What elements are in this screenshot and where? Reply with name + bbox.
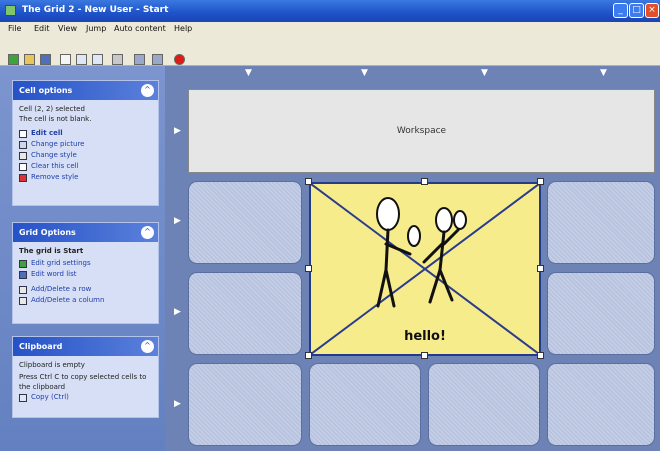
record-icon[interactable] xyxy=(174,54,185,65)
word-list-icon xyxy=(19,270,27,279)
copy-icon[interactable] xyxy=(76,54,87,65)
minimize-button[interactable]: _ xyxy=(613,3,628,18)
toolbar xyxy=(0,36,660,66)
add-delete-column-link[interactable]: Add/Delete a column xyxy=(19,295,152,306)
resize-handle[interactable] xyxy=(537,178,544,185)
row-icon xyxy=(19,285,27,294)
resize-handle[interactable] xyxy=(305,265,312,272)
clipboard-status: Clipboard is empty xyxy=(19,361,85,369)
column-arrow-icon[interactable]: ▼ xyxy=(245,68,252,78)
cell-status: Cell (2, 2) selected xyxy=(19,105,85,113)
picture-icon xyxy=(19,140,27,149)
menu-file[interactable]: File xyxy=(8,24,21,33)
workspace-cell[interactable]: Workspace xyxy=(188,89,655,173)
grid-cell[interactable] xyxy=(188,363,302,446)
remove-icon xyxy=(19,173,27,182)
grid-options-panel: Grid Options ^ The grid is Start Edit gr… xyxy=(12,222,159,324)
resize-handle[interactable] xyxy=(537,352,544,359)
new-icon[interactable] xyxy=(8,54,19,65)
resize-handle[interactable] xyxy=(421,178,428,185)
clipboard-hint: Press Ctrl C to copy selected cells to t… xyxy=(19,373,147,391)
page-icon xyxy=(19,162,27,171)
column-icon xyxy=(19,296,27,305)
clear-cell-link[interactable]: Clear this cell xyxy=(19,161,152,172)
change-picture-link[interactable]: Change picture xyxy=(19,139,152,150)
close-button[interactable]: × xyxy=(645,3,659,18)
copy-icon xyxy=(19,393,27,402)
cut-icon[interactable] xyxy=(60,54,71,65)
grid-current: The grid is Start xyxy=(19,247,84,255)
column-arrow-icon[interactable]: ▼ xyxy=(600,68,607,78)
grid-cell[interactable] xyxy=(547,181,655,264)
cell-text: hello! xyxy=(404,329,446,344)
collapse-icon[interactable]: ^ xyxy=(141,84,154,97)
grid-cell[interactable] xyxy=(188,272,302,355)
save-icon[interactable] xyxy=(40,54,51,65)
row-arrow-icon[interactable]: ▶ xyxy=(174,126,181,136)
menu-auto-content[interactable]: Auto content xyxy=(114,24,166,33)
column-arrow-icon[interactable]: ▼ xyxy=(361,68,368,78)
menu-jump[interactable]: Jump xyxy=(86,24,106,33)
open-icon[interactable] xyxy=(24,54,35,65)
cell-options-panel: Cell options ^ Cell (2, 2) selected The … xyxy=(12,80,159,206)
people-waving-icon xyxy=(376,197,467,308)
panel-title: Cell options xyxy=(19,86,73,95)
settings-icon[interactable] xyxy=(152,54,163,65)
column-arrow-icon[interactable]: ▼ xyxy=(481,68,488,78)
cell-hint: The cell is not blank. xyxy=(19,115,92,123)
copy-link[interactable]: Copy (Ctrl) xyxy=(19,392,152,403)
remove-style-link[interactable]: Remove style xyxy=(19,172,152,183)
panel-title: Clipboard xyxy=(19,342,63,351)
workspace-label: Workspace xyxy=(396,126,447,136)
add-delete-row-link[interactable]: Add/Delete a row xyxy=(19,284,152,295)
resize-handle[interactable] xyxy=(305,178,312,185)
grid-settings-icon xyxy=(19,259,27,268)
row-arrow-icon[interactable]: ▶ xyxy=(174,399,181,409)
app-icon xyxy=(5,5,16,16)
resize-handle[interactable] xyxy=(537,265,544,272)
menu-edit[interactable]: Edit xyxy=(34,24,50,33)
maximize-button[interactable]: □ xyxy=(629,3,644,18)
grid-cell[interactable] xyxy=(428,363,540,446)
grid-cell[interactable] xyxy=(547,272,655,355)
resize-handle[interactable] xyxy=(421,352,428,359)
grid-icon[interactable] xyxy=(134,54,145,65)
edit-word-list-link[interactable]: Edit word list xyxy=(19,269,152,280)
menu-view[interactable]: View xyxy=(58,24,77,33)
resize-handle[interactable] xyxy=(305,352,312,359)
row-arrow-icon[interactable]: ▶ xyxy=(174,307,181,317)
edit-grid-settings-link[interactable]: Edit grid settings xyxy=(19,258,152,269)
panel-title: Grid Options xyxy=(19,228,76,237)
pencil-icon xyxy=(19,129,27,138)
task-pane: Cell options ^ Cell (2, 2) selected The … xyxy=(0,66,165,451)
window-title: The Grid 2 - New User - Start xyxy=(22,5,169,15)
menu-bar: File Edit View Jump Auto content Help xyxy=(0,22,660,36)
grid-cell[interactable] xyxy=(309,363,421,446)
change-style-link[interactable]: Change style xyxy=(19,150,152,161)
grid-cell[interactable] xyxy=(188,181,302,264)
style-icon xyxy=(19,151,27,160)
menu-help[interactable]: Help xyxy=(174,24,192,33)
collapse-icon[interactable]: ^ xyxy=(141,340,154,353)
row-arrow-icon[interactable]: ▶ xyxy=(174,216,181,226)
selected-cell[interactable]: hello! xyxy=(309,182,541,356)
grid-cell[interactable] xyxy=(547,363,655,446)
undo-icon[interactable] xyxy=(112,54,123,65)
clipboard-panel: Clipboard ^ Clipboard is empty Press Ctr… xyxy=(12,336,159,418)
collapse-icon[interactable]: ^ xyxy=(141,226,154,239)
edit-cell-link[interactable]: Edit cell xyxy=(19,128,152,139)
title-bar: The Grid 2 - New User - Start _ □ × xyxy=(0,0,660,22)
paste-icon[interactable] xyxy=(92,54,103,65)
